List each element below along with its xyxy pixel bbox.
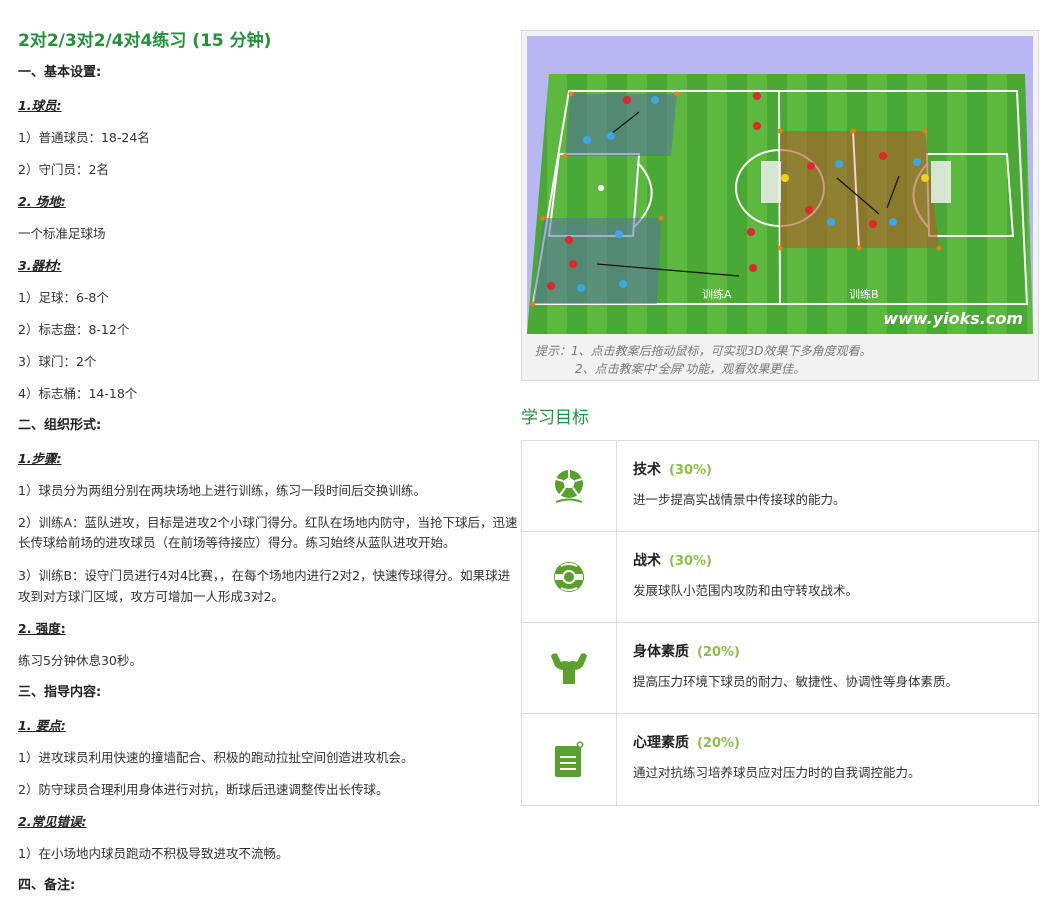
learning-goals-table: 技术 (30%) 进一步提高实战情景中传接球的能力。 战术 (30%) 发展球队小范… [521,440,1039,806]
equipment-line-4: 4）标志桶：14-18个 [18,385,138,401]
goal-description: 通过对抗练习培养球员应对压力时的自我调控能力。 [633,765,921,780]
intensity-line-1: 练习5分钟休息30秒。 [18,653,142,669]
players-line-2: 2）守门员：2名 [18,161,109,177]
zone-a-bottom [533,218,661,304]
equipment-line-1: 1）足球：6-8个 [18,289,109,305]
right-column: 训练A 训练B www.yioks.com 提示：1、点击教案后拖动鼠标，可实现… [521,30,1039,806]
goal-name: 技术 [633,462,661,478]
drill-diagram-box: 训练A 训练B www.yioks.com 提示：1、点击教案后拖动鼠标，可实现… [521,30,1039,381]
clipboard-heart-icon [555,740,584,777]
steps-line-1: 1）球员分为两组分别在两块场地上进行训练，练习一段时间后交换训练。 [18,482,426,498]
key-points-line-2: 2）防守球员合理利用身体进行对抗，断球后迅速调整传出长传球。 [18,782,389,798]
intensity-heading: 2. 强度: [18,621,66,637]
learning-goals-title: 学习目标 [521,408,589,428]
goal-description: 提高压力环境下球员的耐力、敏捷性、协调性等身体素质。 [633,674,959,689]
goal-percent: (30%) [669,554,712,569]
steps-line-2: 2）训练A：蓝队进攻，目标是进攻2个小球门得分。红队在场地内防守，当抢下球后，迅… [18,514,518,551]
goal-description: 发展球队小范围内攻防和由守转攻战术。 [633,583,859,598]
steps-heading: 1.步骤: [18,450,62,466]
hint-line-2: 2、点击教案中'全屏'功能，观看效果更佳。 [575,362,806,376]
label-training-a: 训练A [702,287,732,301]
goal-left [761,161,781,203]
field-line-1: 一个标准足球场 [18,225,106,241]
goal-row: 身体素质 (20%) 提高压力环境下球员的耐力、敏捷性、协调性等身体素质。 [522,623,1038,714]
equipment-line-3: 3）球门：2个 [18,353,97,369]
muscle-icon [551,653,587,684]
common-errors-line-1: 1）在小场地内球员跑动不积极导致进攻不流畅。 [18,846,289,862]
soccer-ball-icon [555,470,583,503]
players-line-1: 1）普通球员：18-24名 [18,129,150,145]
goal-right [931,161,951,203]
diagram-hint: 提示：1、点击教案后拖动鼠标，可实现3D效果下多角度观看。 2、点击教案中'全屏… [527,334,1033,378]
tactics-ball-icon [554,562,584,592]
drill-diagram[interactable]: 训练A 训练B www.yioks.com [527,36,1033,334]
goal-row: 心理素质 (20%) 通过对抗练习培养球员应对压力时的自我调控能力。 [522,714,1038,805]
zone-b [780,131,939,248]
key-points-line-1: 1）进攻球员利用快速的撞墙配合、积极的跑动拉扯空间创造进攻机会。 [18,750,414,766]
zone-a-top [565,94,677,156]
goal-percent: (20%) [697,736,740,751]
goal-percent: (20%) [697,645,740,660]
watermark: www.yioks.com [883,309,1023,328]
left-penalty-spot [598,185,604,191]
section-basic-setup: 一、基本设置: [18,65,102,81]
equipment-heading: 3.器材: [18,257,62,273]
goal-name: 心理素质 [633,735,689,751]
section-coaching-content: 三、指导内容: [18,685,102,701]
steps-line-3: 3）训练B：设守门员进行4对4比赛，，在每个场地内进行2对2，快速传球得分。如果… [18,568,511,604]
goal-name: 战术 [633,553,661,569]
goal-row: 技术 (30%) 进一步提高实战情景中传接球的能力。 [522,441,1038,532]
key-points-heading: 1. 要点: [18,718,66,734]
section-notes: 四、备注: [18,878,76,894]
goal-row: 战术 (30%) 发展球队小范围内攻防和由守转攻战术。 [522,532,1038,623]
section-organization: 二、组织形式: [18,417,102,433]
hint-line-1: 提示：1、点击教案后拖动鼠标，可实现3D效果下多角度观看。 [535,344,872,358]
goal-description: 进一步提高实战情景中传接球的能力。 [633,492,846,507]
field-heading: 2. 场地: [18,193,66,209]
common-errors-heading: 2.常见错误: [18,814,87,830]
goal-percent: (30%) [669,463,712,478]
label-training-b: 训练B [849,287,879,301]
drill-description: 2对2/3对2/4对4练习 (15 分钟) 一、基本设置: 1.球员: 1）普通… [18,28,520,898]
pitch-illustration: 训练A 训练B [527,74,1033,334]
equipment-line-2: 2）标志盘：8-12个 [18,321,130,337]
page-title: 2对2/3对2/4对4练习 (15 分钟) [18,31,272,51]
players-heading: 1.球员: [18,97,62,113]
goal-name: 身体素质 [633,644,689,660]
